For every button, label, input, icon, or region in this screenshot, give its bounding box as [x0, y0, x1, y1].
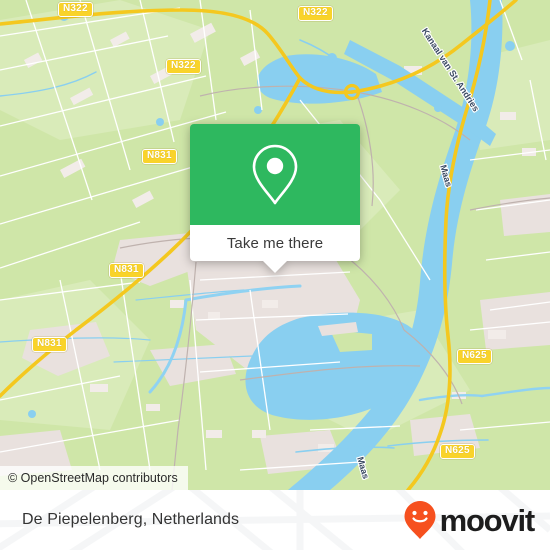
page-title: De Piepelenberg, Netherlands [22, 511, 240, 528]
road-shield-n625-upper: N625 [457, 349, 492, 364]
road-shield-n322-center: N322 [166, 59, 201, 74]
road-shield-n831-upper: N831 [142, 149, 177, 164]
take-me-there-button[interactable]: Take me there [190, 225, 360, 273]
location-popup-card[interactable]: Take me there [190, 124, 360, 273]
footer-bar: De Piepelenberg, Netherlands moovit [0, 490, 550, 550]
moovit-smiley-pin-icon [404, 501, 436, 539]
popup-tail [262, 260, 288, 273]
take-me-there-label: Take me there [226, 234, 324, 252]
map-screenshot-root: N322 N322 N322 N831 N831 N831 N625 N625 … [0, 0, 550, 550]
osm-attribution-text: © OpenStreetMap contributors [8, 471, 178, 485]
map-canvas[interactable]: N322 N322 N322 N831 N831 N831 N625 N625 … [0, 0, 550, 490]
road-shield-n322-nw: N322 [58, 2, 93, 17]
road-shield-n625-lower: N625 [440, 444, 475, 459]
osm-attribution[interactable]: © OpenStreetMap contributors [0, 466, 188, 490]
map-pin-icon [252, 144, 298, 204]
road-shield-n831-lower: N831 [32, 337, 67, 352]
moovit-brand[interactable]: moovit [403, 500, 536, 540]
road-shield-n831-mid: N831 [109, 263, 144, 278]
moovit-wordmark: moovit [439, 502, 536, 538]
road-shield-n322-n: N322 [298, 6, 333, 21]
popup-header [190, 124, 360, 225]
